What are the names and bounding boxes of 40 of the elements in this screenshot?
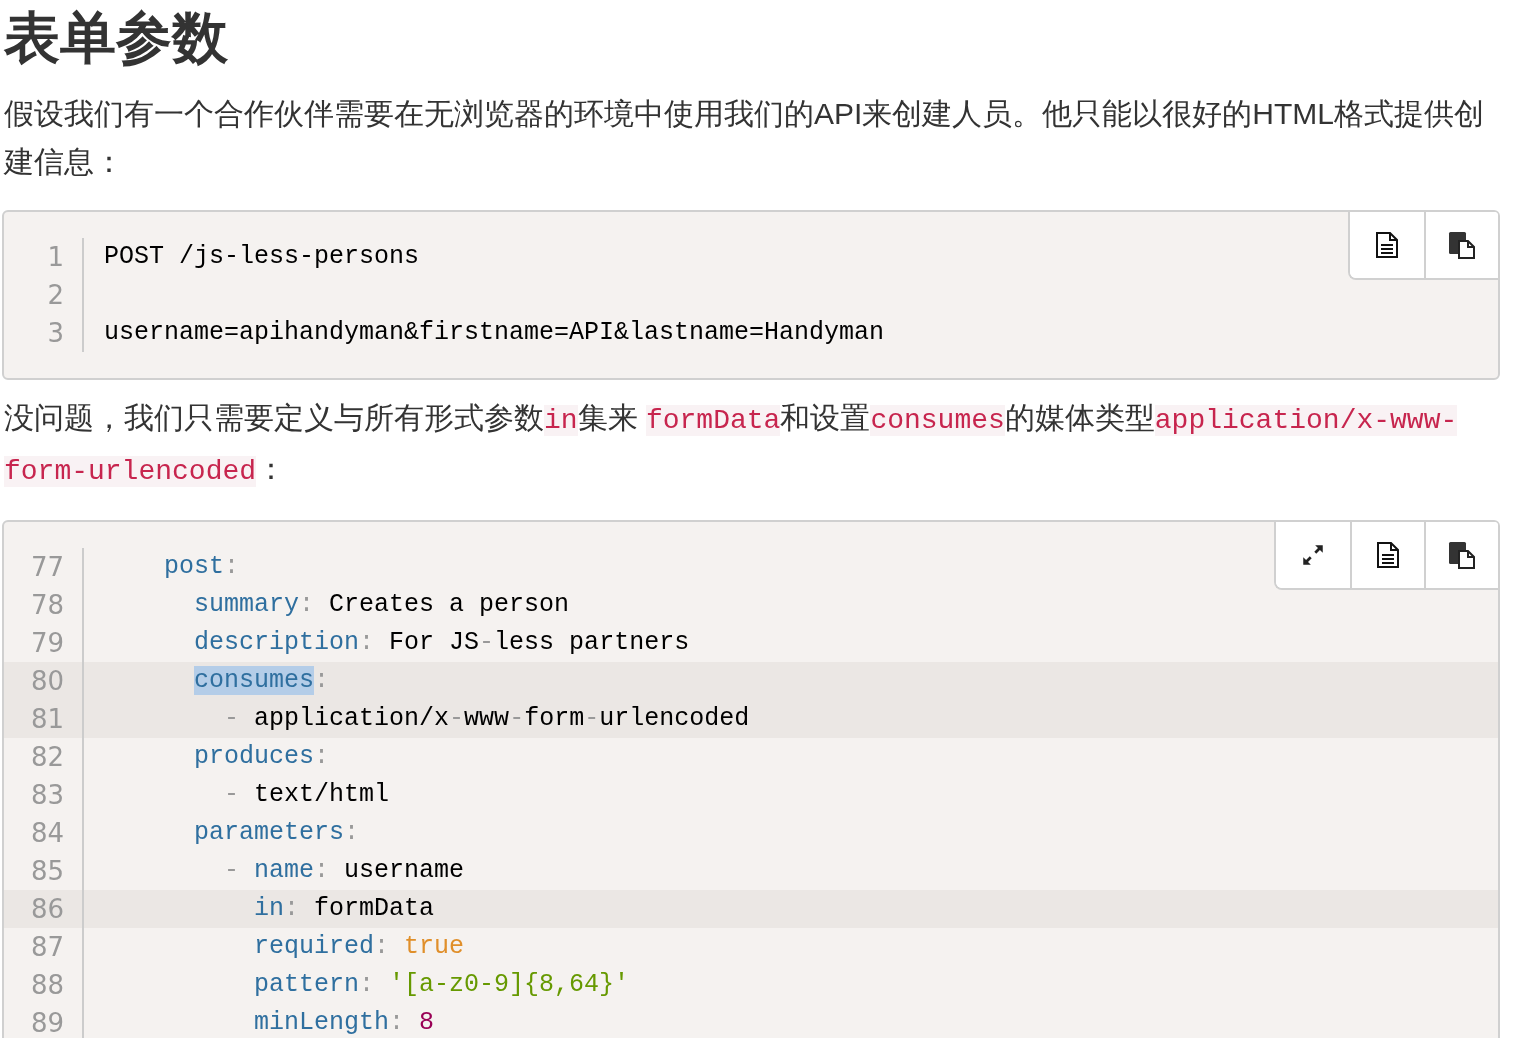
line-number: 1 <box>46 240 65 274</box>
line-number: 83 <box>29 778 65 812</box>
code-line: summary: Creates a person <box>193 589 570 622</box>
document-icon <box>1376 541 1400 569</box>
line-number: 82 <box>29 740 65 774</box>
code-line: username=apihandyman&firstname=API&lastname=Handyman <box>104 317 885 350</box>
copy-icon <box>1448 231 1476 259</box>
line-number: 89 <box>29 1006 65 1038</box>
code-line: - name: username <box>223 855 465 888</box>
line-number: 2 <box>46 278 65 312</box>
code-line: post: <box>163 551 240 584</box>
code-line: required: true <box>253 931 465 964</box>
line-number: 81 <box>29 702 65 736</box>
code-line: produces: <box>193 741 330 774</box>
line-number: 79 <box>29 626 65 660</box>
copy-button[interactable] <box>1424 522 1498 588</box>
line-number: 84 <box>29 816 65 850</box>
explanation-paragraph: 没问题，我们只需要定义与所有形式参数in集来 formData和设置consumes的媒体类型application/x-www-form-urlencoded： <box>3 400 1459 489</box>
code-line: POST /js-less-persons <box>104 241 420 274</box>
line-number: 77 <box>29 550 65 584</box>
code-line: in: formData <box>253 893 435 926</box>
line-number: 80 <box>29 664 65 698</box>
copy-icon <box>1448 541 1476 569</box>
expand-icon <box>1300 542 1326 568</box>
line-number: 85 <box>29 854 65 888</box>
code-line: description: For JS-less partners <box>193 627 690 660</box>
code-line: - application/x-www-form-urlencoded <box>223 703 750 736</box>
line-number: 88 <box>29 968 65 1002</box>
code-line: pattern: '[a-z0-9]{8,64}' <box>253 969 630 1002</box>
code-line: parameters: <box>193 817 360 850</box>
document-icon <box>1375 231 1399 259</box>
intro-paragraph: 假设我们有一个合作伙伴需要在无浏览器的环境中使用我们的API来创建人员。他只能以很好的HTML格式提供创建信息： <box>2 96 1486 180</box>
line-number: 87 <box>29 930 65 964</box>
copy-button[interactable] <box>1424 212 1498 278</box>
code-line: minLength: 8 <box>253 1007 435 1038</box>
line-number: 86 <box>29 892 65 926</box>
line-number: 78 <box>29 588 65 622</box>
line-number: 3 <box>46 316 65 350</box>
code-line: - text/html <box>223 779 390 812</box>
page-heading: 表单参数 <box>3 5 229 71</box>
